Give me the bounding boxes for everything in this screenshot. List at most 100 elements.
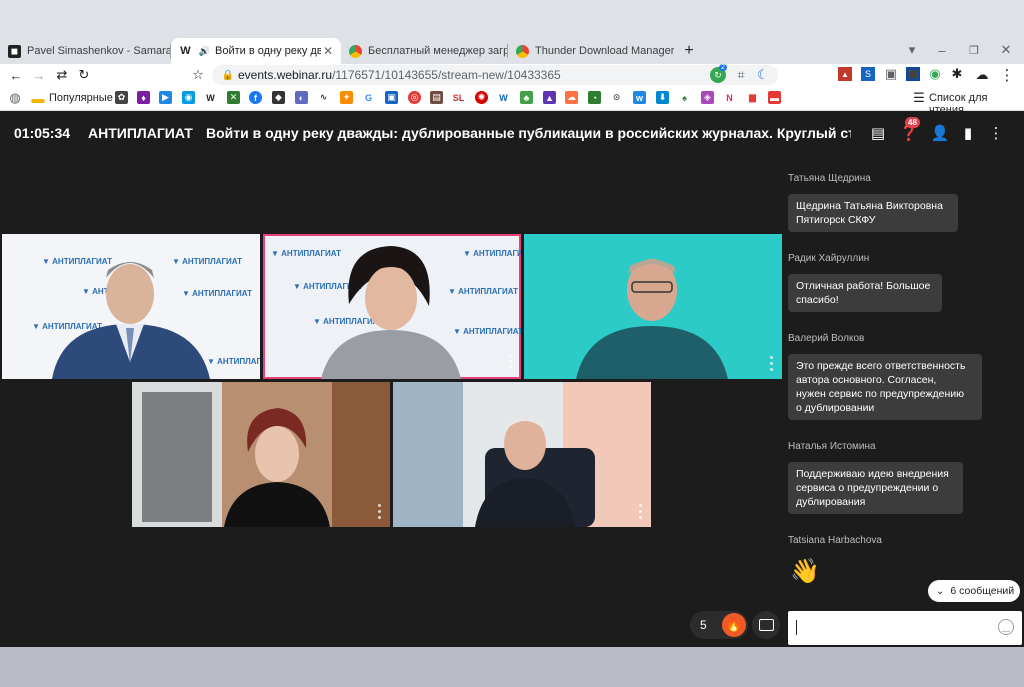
crop-icon[interactable]: ⌗ bbox=[733, 67, 749, 83]
chat-message-line: Пятигорск СКФУ bbox=[796, 214, 876, 226]
extension-s-icon[interactable]: S bbox=[861, 67, 875, 81]
video-tile-participant-1[interactable]: ▼ АНТИПЛАГИАТ ▼ АНТИПЛАГИАТ ▼ АНТИПЛАГИА… bbox=[2, 234, 260, 379]
bookmark-icon[interactable]: ▶ bbox=[159, 91, 172, 104]
tab-close-icon[interactable]: ✕ bbox=[321, 44, 335, 58]
apps-globe-icon[interactable]: ◍ bbox=[8, 90, 22, 105]
lock-icon[interactable]: 🔒 bbox=[222, 68, 234, 82]
bookmark-facebook-icon[interactable]: f bbox=[249, 91, 262, 104]
bookmark-icon[interactable]: ✦ bbox=[340, 91, 353, 104]
bookmark-icon[interactable]: ✺ bbox=[475, 91, 488, 104]
picture-in-picture-button[interactable] bbox=[752, 611, 780, 639]
video-tile-participant-4[interactable] bbox=[132, 382, 390, 527]
extension-icon[interactable]: ▲ bbox=[838, 67, 852, 81]
bookmark-icon[interactable]: ⬇ bbox=[656, 91, 669, 104]
tab-pavel[interactable]: ◼ Pavel Simashenkov - Samara, Ros bbox=[0, 38, 170, 64]
extensions-puzzle-icon[interactable]: ✱ bbox=[950, 66, 964, 81]
video-tile-participant-5[interactable] bbox=[393, 382, 651, 527]
bookmark-icon[interactable]: ✕ bbox=[227, 91, 240, 104]
bookmark-icon[interactable]: ◎ bbox=[408, 91, 421, 104]
text-cursor bbox=[796, 620, 797, 635]
extension-icon[interactable]: ▣ bbox=[884, 66, 898, 81]
chat-input[interactable]: ‿ bbox=[788, 611, 1022, 645]
music-app-icon: ◼ bbox=[8, 44, 21, 58]
download-cloud-icon[interactable]: ☁ bbox=[974, 67, 990, 83]
svg-text:▼ АНТИПЛАГИАТ: ▼ АНТИПЛАГИАТ bbox=[172, 257, 242, 266]
reading-list-icon[interactable]: ☰ bbox=[912, 90, 926, 105]
restore-button[interactable]: ❐ bbox=[966, 42, 982, 58]
more-menu-icon[interactable]: ⋮ bbox=[987, 124, 1005, 142]
new-messages-button[interactable]: ⌄ 6 сообщений bbox=[928, 580, 1020, 602]
bookmark-folder-popular[interactable]: Популярные bbox=[49, 92, 113, 104]
new-messages-label: 6 сообщений bbox=[950, 585, 1015, 597]
close-window-button[interactable]: ✕ bbox=[998, 42, 1014, 58]
new-tab-button[interactable]: + bbox=[680, 42, 698, 60]
forward-arrow-icon[interactable]: → bbox=[31, 67, 47, 83]
star-icon[interactable]: ☆ bbox=[190, 67, 206, 83]
bookmark-icon[interactable]: ◐ bbox=[295, 91, 308, 104]
tile-menu-dots[interactable] bbox=[770, 356, 773, 371]
bookmark-icon[interactable]: ▲ bbox=[543, 91, 556, 104]
tab-title: Войти в одну реку дважды bbox=[215, 45, 321, 57]
participants-icon[interactable]: 👤 bbox=[931, 124, 950, 142]
bookmark-icon[interactable]: ♦ bbox=[137, 91, 150, 104]
video-tile-participant-2[interactable]: ▼ АНТИПЛАГИАТ ▼ АНТИПЛАГИАТ ▼ АНТИПЛАГИА… bbox=[263, 234, 521, 379]
bookmark-icon[interactable]: ◉ bbox=[182, 91, 195, 104]
fire-icon[interactable]: 🔥 bbox=[722, 613, 746, 637]
url-text[interactable]: events.webinar.ru/1176571/10143655/strea… bbox=[238, 66, 561, 84]
menu-kebab-icon[interactable]: ⋮ bbox=[1000, 67, 1015, 84]
bookmark-icon[interactable]: ⊙ bbox=[610, 91, 623, 104]
chat-author: Tatsiana Harbachova bbox=[788, 535, 882, 546]
chat-message-line: Поддерживаю идею внедрения bbox=[796, 468, 949, 480]
minimize-button[interactable]: – bbox=[934, 42, 950, 58]
tile-menu-dots[interactable] bbox=[378, 504, 381, 519]
bookmark-icon[interactable]: ♣ bbox=[520, 91, 533, 104]
bookmark-icon[interactable]: ◆ bbox=[272, 91, 285, 104]
bookmark-chart-icon[interactable]: ▆ bbox=[746, 91, 759, 104]
bookmark-icon[interactable]: ▣ bbox=[385, 91, 398, 104]
video-tile-participant-3[interactable] bbox=[524, 234, 782, 379]
bookmark-icon[interactable]: ◔ bbox=[588, 91, 601, 104]
bookmark-icon[interactable]: ♠ bbox=[678, 91, 691, 104]
bookmark-icon[interactable]: ◈ bbox=[701, 91, 714, 104]
bookmark-waveform-icon[interactable]: ∿ bbox=[317, 91, 330, 104]
video-frame bbox=[524, 234, 782, 379]
document-icon[interactable]: ▮ bbox=[959, 124, 977, 142]
moon-icon[interactable]: ☾ bbox=[755, 67, 771, 83]
extension-arrows-icon[interactable]: ⇄ bbox=[54, 67, 70, 83]
bookmark-icon[interactable]: w bbox=[633, 91, 646, 104]
bookmark-w-icon[interactable]: W bbox=[497, 91, 510, 104]
url-host: events.webinar.ru bbox=[238, 68, 333, 82]
chat-message-line: автора основного. Согласен, bbox=[796, 374, 937, 386]
chat-message-line: Отличная работа! Большое bbox=[796, 280, 931, 292]
tab-search-icon[interactable]: ▾ bbox=[904, 42, 920, 58]
chrome-store-icon bbox=[516, 44, 529, 58]
bookmark-icon[interactable]: N bbox=[723, 91, 736, 104]
reload-icon[interactable]: ↻ bbox=[76, 67, 92, 83]
bookmark-icon[interactable]: ▬ bbox=[768, 91, 781, 104]
chat-message-line: о дублировании bbox=[796, 402, 875, 414]
chat-icon[interactable]: ▤ bbox=[869, 124, 887, 142]
extension-icon[interactable]: ◉ bbox=[928, 66, 942, 81]
chat-author: Радик Хайруллин bbox=[788, 253, 870, 264]
chat-message: Отличная работа! Большое спасибо! bbox=[788, 274, 942, 312]
bookmark-google-icon[interactable]: G bbox=[362, 91, 375, 104]
tile-menu-dots[interactable] bbox=[509, 354, 512, 369]
tab-free-download-manager[interactable]: Бесплатный менеджер загрузок bbox=[341, 38, 507, 64]
bookmark-icon[interactable]: ☁ bbox=[565, 91, 578, 104]
tile-menu-dots[interactable] bbox=[639, 504, 642, 519]
bookmark-icon[interactable]: ▤ bbox=[430, 91, 443, 104]
tab-webinar-active[interactable]: W 🔊 Войти в одну реку дважды ✕ bbox=[171, 38, 341, 64]
tab-thunder-download[interactable]: Thunder Download Manager - И bbox=[508, 38, 674, 64]
webinar-w-icon: W bbox=[180, 45, 191, 57]
extension-icon[interactable]: ⬛ bbox=[906, 67, 920, 81]
video-frame bbox=[393, 382, 651, 527]
bookmark-w-icon[interactable]: W bbox=[204, 91, 217, 104]
desktop-background bbox=[0, 647, 1024, 687]
bookmark-sl-icon[interactable]: SL bbox=[452, 91, 465, 104]
emoji-picker-icon[interactable]: ‿ bbox=[998, 619, 1014, 635]
organizer-name: АНТИПЛАГИАТ bbox=[88, 125, 193, 141]
back-arrow-icon[interactable]: ← bbox=[8, 67, 24, 83]
folder-icon[interactable]: ▬ bbox=[31, 91, 45, 106]
session-timer: 01:05:34 bbox=[14, 125, 71, 141]
bookmark-icon[interactable]: ✿ bbox=[115, 91, 128, 104]
